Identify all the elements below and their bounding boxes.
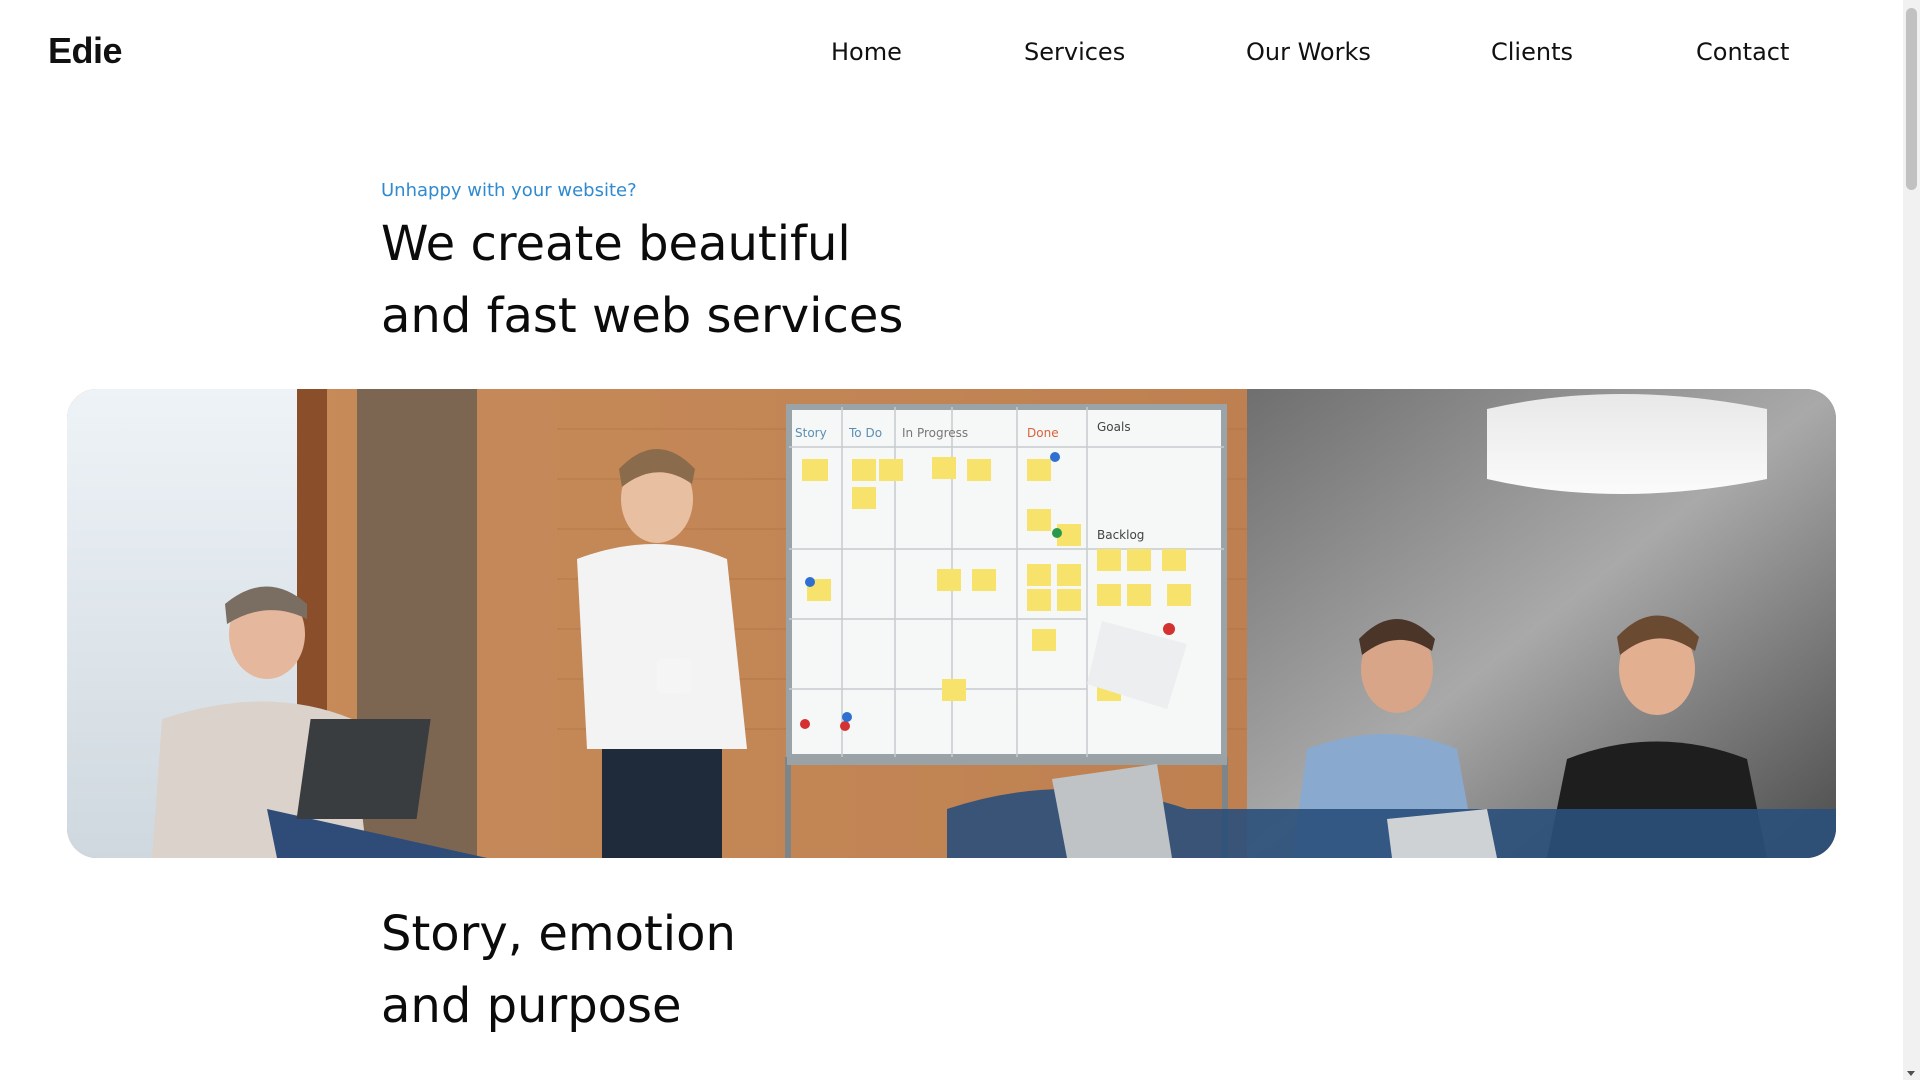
whiteboard-goals-label: Goals bbox=[1097, 420, 1131, 434]
scrollbar-thumb[interactable] bbox=[1906, 8, 1917, 190]
hero-image: Story To Do In Progress Done Goals Backl… bbox=[67, 389, 1836, 858]
hero-eyebrow: Unhappy with your website? bbox=[381, 180, 637, 201]
nav-contact-link[interactable]: Contact bbox=[1696, 38, 1789, 66]
page: Edie Home Services Our Works Clients Con… bbox=[0, 0, 1920, 1080]
hero-headline-line-2: and fast web services bbox=[381, 288, 904, 344]
hero-headline-line-1: We create beautiful bbox=[381, 216, 851, 272]
main-nav: Home Services Our Works Clients Contact bbox=[0, 38, 1920, 72]
whiteboard-todo-label: To Do bbox=[848, 426, 882, 440]
whiteboard-story-label: Story bbox=[795, 426, 827, 440]
section-title-line-1: Story, emotion bbox=[381, 906, 736, 962]
section-body-text-cutoff bbox=[381, 1072, 741, 1080]
section-title-line-2: and purpose bbox=[381, 978, 682, 1034]
scroll-down-arrow-icon[interactable] bbox=[1907, 1071, 1915, 1076]
nav-services-link[interactable]: Services bbox=[1024, 38, 1125, 66]
whiteboard-backlog-label: Backlog bbox=[1097, 528, 1144, 542]
nav-our-works-link[interactable]: Our Works bbox=[1246, 38, 1371, 66]
section-title: Story, emotion and purpose bbox=[381, 898, 736, 1042]
nav-home-link[interactable]: Home bbox=[831, 38, 902, 66]
nav-clients-link[interactable]: Clients bbox=[1491, 38, 1573, 66]
vertical-scrollbar[interactable] bbox=[1903, 0, 1920, 1080]
whiteboard-done-label: Done bbox=[1027, 426, 1059, 440]
hero-headline: We create beautiful and fast web service… bbox=[381, 208, 1281, 352]
whiteboard-in-progress-label: In Progress bbox=[902, 426, 968, 440]
